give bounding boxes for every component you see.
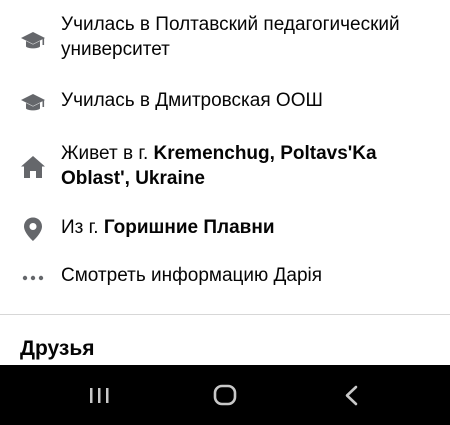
graduation-cap-icon (20, 28, 46, 54)
section-divider (0, 314, 450, 315)
home-icon (20, 154, 46, 180)
recent-apps-button[interactable] (69, 365, 129, 425)
from-prefix: Из г. (61, 217, 104, 238)
back-button[interactable] (321, 365, 381, 425)
intro-item-education-school[interactable]: Училась в Дмитровская ООШ (0, 88, 450, 118)
home-button[interactable] (195, 365, 255, 425)
intro-item-current-city[interactable]: Живет в г. Kremenchug, Poltavs'Ka Oblast… (0, 141, 450, 197)
see-about-info-label: Смотреть информацию Дарія (61, 265, 323, 286)
intro-item-label: Училась в Дмитровская ООШ (61, 90, 323, 111)
intro-item-label: Из г. Горишние Плавни (61, 215, 436, 240)
intro-item-label: Живет в г. Kremenchug, Poltavs'Ka Oblast… (61, 141, 436, 191)
lives-prefix: Живет в г. (61, 143, 154, 164)
intro-item-hometown[interactable]: Из г. Горишние Плавни (0, 215, 450, 245)
recent-apps-icon (90, 388, 109, 403)
back-chevron-icon (345, 385, 358, 406)
profile-page: Училась в Полтавский педагогический унив… (0, 0, 450, 425)
intro-item-label: Училась в Полтавский педагогический унив… (61, 14, 400, 60)
android-navigation-bar (0, 365, 450, 425)
friends-section-title: Друзья (20, 337, 95, 360)
location-pin-icon (20, 216, 46, 242)
hometown-place-link[interactable]: Горишние Плавни (104, 217, 275, 238)
see-about-info-button[interactable]: Смотреть информацию Дарія (0, 263, 450, 293)
home-circle-icon (213, 384, 237, 406)
graduation-cap-icon (20, 90, 46, 116)
more-dots-icon (20, 265, 46, 291)
intro-item-education-university[interactable]: Училась в Полтавский педагогический унив… (0, 12, 450, 68)
